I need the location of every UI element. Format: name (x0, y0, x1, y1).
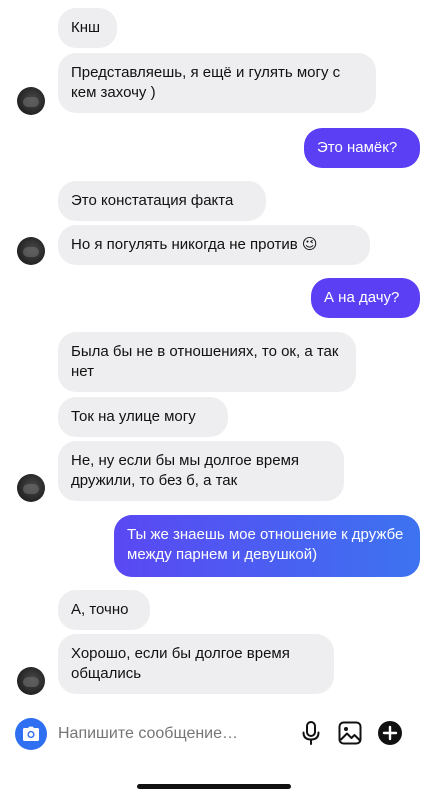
message-bubble-incoming[interactable]: Это констатация факта (58, 181, 266, 221)
gallery-button[interactable] (337, 720, 363, 746)
message-bubble-incoming[interactable]: Представляешь, я ещё и гулять могу с кем… (58, 53, 376, 113)
message-bubble-incoming[interactable]: Была бы не в отношениях, то ок, а так не… (58, 332, 356, 392)
message-bubble-incoming[interactable]: Кнш (58, 8, 117, 48)
contact-avatar[interactable] (17, 667, 45, 695)
gallery-icon (338, 721, 362, 745)
message-bubble-outgoing[interactable]: Это намёк? (304, 128, 420, 168)
microphone-icon (302, 721, 320, 745)
message-composer (0, 706, 429, 761)
message-bubble-incoming[interactable]: Хорошо, если бы долгое время общались (58, 634, 334, 694)
camera-icon (23, 726, 39, 741)
contact-avatar[interactable] (17, 237, 45, 265)
message-bubble-incoming[interactable]: Ток на улице могу (58, 397, 228, 437)
more-button[interactable] (377, 720, 403, 746)
contact-avatar[interactable] (17, 474, 45, 502)
message-bubble-outgoing[interactable]: А на дачу? (311, 278, 420, 318)
message-bubble-incoming[interactable]: Но я погулять никогда не против 😉 (58, 225, 370, 265)
chat-thread[interactable]: Кнш Представляешь, я ещё и гулять могу с… (0, 0, 429, 706)
microphone-button[interactable] (298, 720, 324, 746)
message-bubble-incoming[interactable]: А, точно (58, 590, 150, 630)
message-bubble-incoming[interactable]: Не, ну если бы мы долгое время дружили, … (58, 441, 344, 501)
home-indicator[interactable] (137, 784, 291, 789)
message-bubble-outgoing[interactable]: Ты же знаешь мое отношение к дружбе межд… (114, 515, 420, 577)
plus-icon (378, 721, 402, 745)
camera-button[interactable] (15, 718, 47, 750)
message-input[interactable] (58, 718, 290, 750)
contact-avatar[interactable] (17, 87, 45, 115)
